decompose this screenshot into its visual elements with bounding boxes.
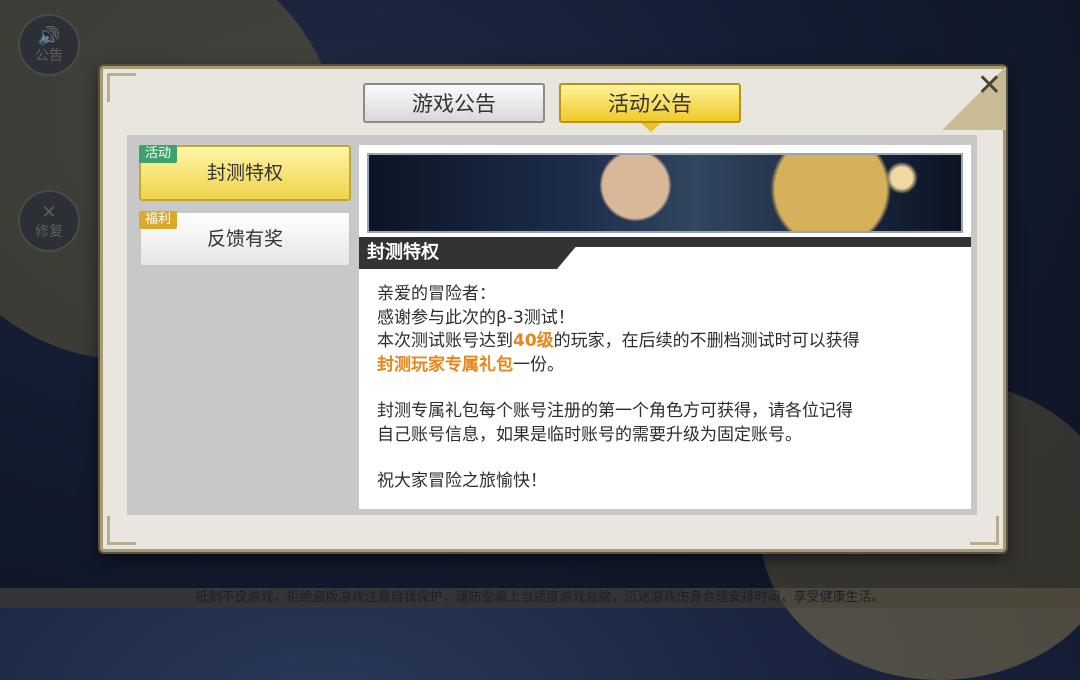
text-line: 感谢参与此次的β-3测试！ xyxy=(377,307,575,328)
announcement-text: 亲爱的冒险者： 感谢参与此次的β-3测试！ 本次测试账号达到40级的玩家，在后续… xyxy=(377,283,962,494)
announcement-panel: ✕ 游戏公告 活动公告 活动 封测特权 福利 反馈有奖 封测特权 亲爱的冒险者：… xyxy=(100,66,1006,552)
list-item-closed-beta-privilege[interactable]: 活动 封测特权 xyxy=(139,145,351,201)
list-item-label: 反馈有奖 xyxy=(206,228,283,250)
content-title-bar: 封测特权 xyxy=(359,237,971,273)
corner-ornament xyxy=(107,73,136,102)
item-tag: 福利 xyxy=(139,211,178,229)
text-segment: 一份。 xyxy=(513,354,564,375)
text-line: 亲爱的冒险者： xyxy=(377,284,496,304)
item-tag: 活动 xyxy=(139,145,178,163)
list-item-label: 封测特权 xyxy=(206,162,283,184)
event-banner-image xyxy=(367,153,963,233)
announcement-body: 活动 封测特权 福利 反馈有奖 封测特权 亲爱的冒险者： 感谢参与此次的β-3测… xyxy=(127,135,977,515)
text-line: 封测玩家专属礼包一份。 xyxy=(377,354,962,378)
text-segment: 本次测试账号达到 xyxy=(377,331,513,351)
text-line: 本次测试账号达到40级的玩家，在后续的不删档测试时可以获得 xyxy=(377,330,962,354)
text-line: 自己账号信息，如果是临时账号的需要升级为固定账号。 xyxy=(377,424,802,445)
list-item-feedback-reward[interactable]: 福利 反馈有奖 xyxy=(139,211,351,267)
highlight-level: 40级 xyxy=(513,331,554,351)
corner-ornament xyxy=(107,516,136,545)
text-line: 封测专属礼包每个账号注册的第一个角色方可获得，请各位记得 xyxy=(377,401,853,421)
text-line: 祝大家冒险之旅愉快！ xyxy=(377,471,547,491)
close-icon: ✕ xyxy=(976,68,1002,103)
announcement-content: 封测特权 亲爱的冒险者： 感谢参与此次的β-3测试！ 本次测试账号达到40级的玩… xyxy=(359,145,971,509)
content-title: 封测特权 xyxy=(367,242,439,263)
tab-game-notice[interactable]: 游戏公告 xyxy=(363,83,545,123)
close-button[interactable]: ✕ xyxy=(942,66,1006,130)
health-advice-footer: 抵制不良游戏，拒绝盗版游戏注意自我保护，谨防受骗上当适度游戏益脑，沉迷游戏伤身合… xyxy=(0,588,1080,608)
text-segment: 的玩家，在后续的不删档测试时可以获得 xyxy=(553,331,860,351)
corner-ornament xyxy=(970,516,999,545)
highlight-gift: 封测玩家专属礼包 xyxy=(377,354,513,375)
active-tab-pointer xyxy=(641,123,661,132)
tab-event-notice[interactable]: 活动公告 xyxy=(559,83,741,123)
